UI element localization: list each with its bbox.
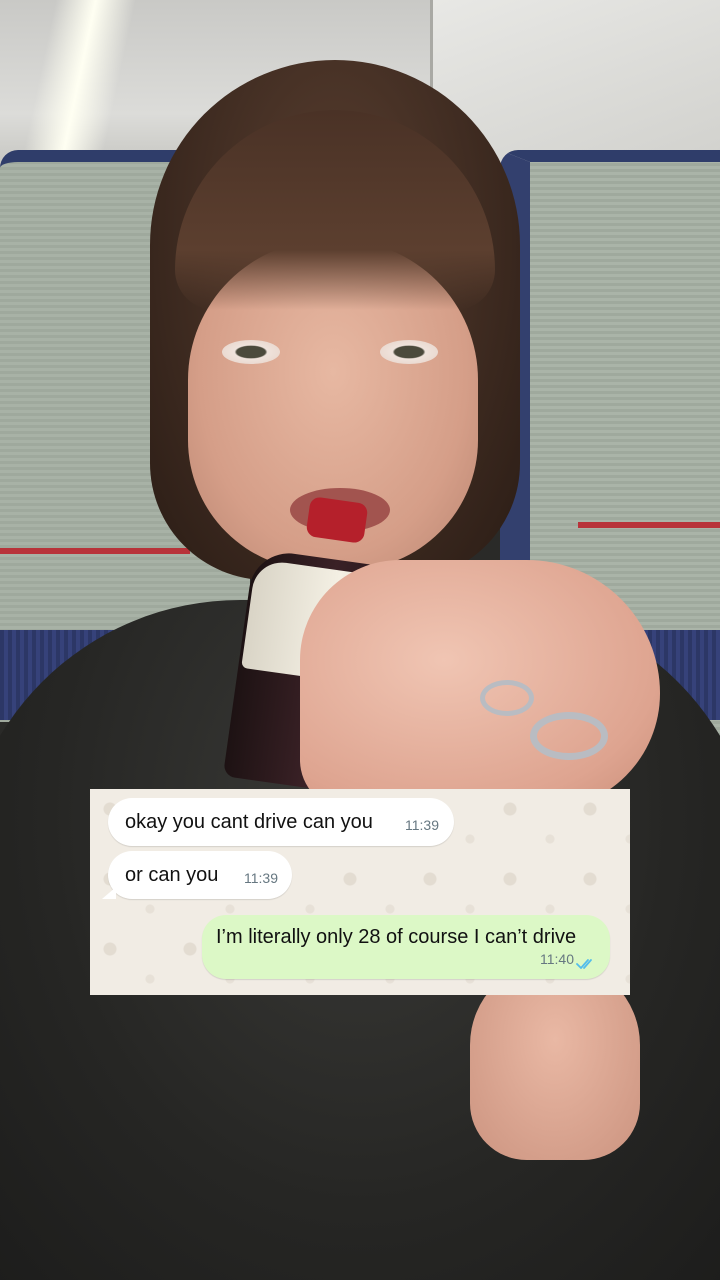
left-eye <box>222 340 280 364</box>
message-text: or can you <box>125 864 219 886</box>
chat-screenshot-overlay: okay you cant drive can you 11:39 or can… <box>90 789 630 995</box>
outgoing-message-bubble: I’m literally only 28 of course I can’t … <box>202 915 610 979</box>
message-time: 11:39 <box>244 870 278 886</box>
hand <box>300 560 660 810</box>
bottle-cap <box>305 496 369 544</box>
message-time: 11:40 <box>540 951 574 967</box>
ring <box>530 712 608 760</box>
message-text: I’m literally only 28 of course I can’t … <box>216 926 577 948</box>
background-photo <box>0 0 720 1280</box>
right-eye <box>380 340 438 364</box>
message-text: okay you cant drive can you <box>125 811 373 833</box>
ring <box>480 680 534 716</box>
double-check-icon <box>576 959 592 969</box>
message-time: 11:39 <box>405 817 439 833</box>
incoming-message-bubble: okay you cant drive can you 11:39 <box>108 798 454 846</box>
incoming-message-bubble: or can you 11:39 <box>102 851 292 899</box>
seat-stripe-right <box>578 522 720 528</box>
seat-stripe-left <box>0 548 190 554</box>
